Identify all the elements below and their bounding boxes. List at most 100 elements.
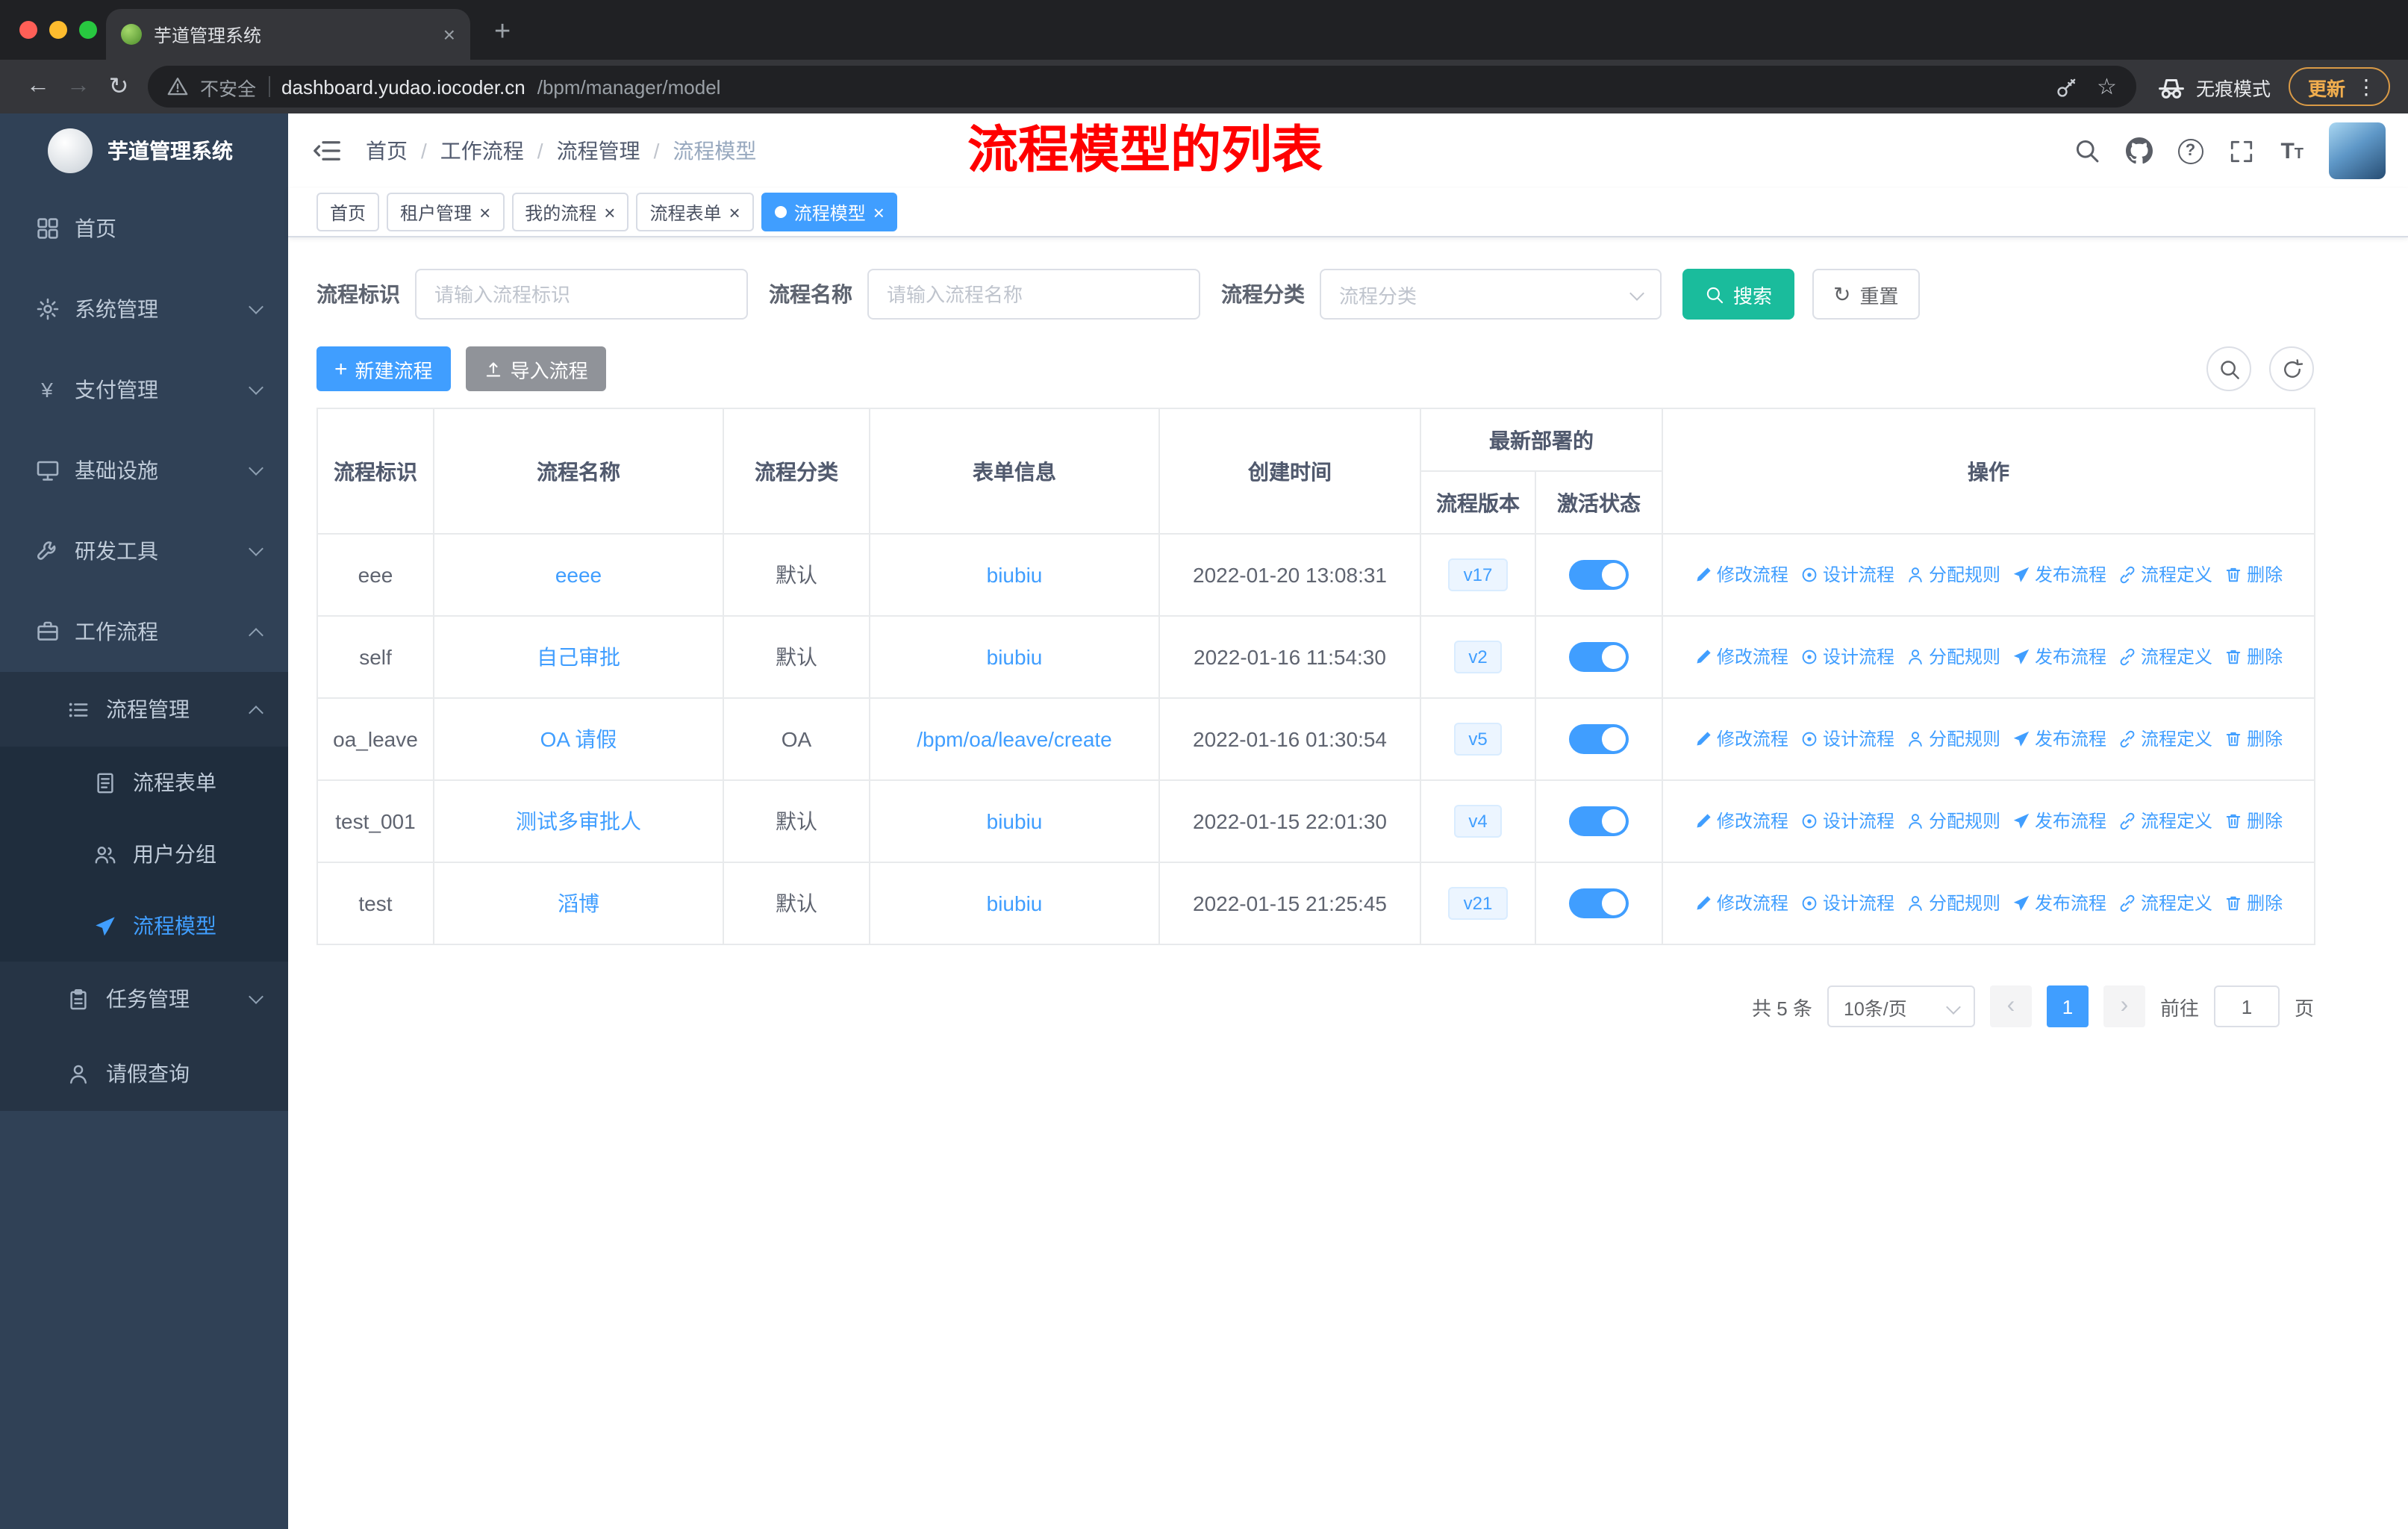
browser-menu-icon[interactable]: ⋮ [2356, 76, 2377, 97]
flow-name-link[interactable]: OA 请假 [540, 727, 617, 751]
flow-definition-link[interactable]: 流程定义 [2118, 726, 2212, 752]
bookmark-star-icon[interactable]: ☆ [2097, 75, 2117, 98]
reload-button[interactable]: ↻ [99, 66, 139, 107]
delete-flow-link[interactable]: 删除 [2224, 809, 2283, 834]
refresh-table-button[interactable] [2269, 346, 2314, 391]
assign-rule-link[interactable]: 分配规则 [1906, 891, 2000, 916]
assign-rule-link[interactable]: 分配规则 [1906, 562, 2000, 588]
minimize-window-button[interactable] [49, 21, 67, 39]
sidebar-item-workflow[interactable]: 工作流程 [0, 591, 288, 672]
browser-tab[interactable]: 芋道管理系统 × [106, 9, 470, 60]
flow-name-link[interactable]: 测试多审批人 [516, 809, 641, 833]
delete-flow-link[interactable]: 删除 [2224, 644, 2283, 670]
form-info-link[interactable]: biubiu [987, 809, 1043, 833]
flow-category-select[interactable]: 流程分类 [1320, 269, 1662, 320]
publish-flow-link[interactable]: 发布流程 [2012, 644, 2106, 670]
flow-name-link[interactable]: 自己审批 [537, 645, 620, 669]
breadcrumb-item[interactable]: 流程管理 [524, 136, 640, 166]
help-icon[interactable]: ? [2177, 138, 2203, 164]
close-icon[interactable]: × [604, 202, 615, 222]
sidebar-item-devtools[interactable]: 研发工具 [0, 511, 288, 591]
create-flow-button[interactable]: + 新建流程 [316, 346, 451, 391]
modify-flow-link[interactable]: 修改流程 [1694, 562, 1788, 588]
assign-rule-link[interactable]: 分配规则 [1906, 644, 2000, 670]
github-icon[interactable] [2125, 137, 2152, 164]
browser-update-button[interactable]: 更新 ⋮ [2288, 67, 2390, 106]
assign-rule-link[interactable]: 分配规则 [1906, 726, 2000, 752]
sidebar-item-leave-query[interactable]: 请假查询 [0, 1036, 288, 1111]
close-icon[interactable]: × [873, 202, 885, 222]
publish-flow-link[interactable]: 发布流程 [2012, 562, 2106, 588]
maximize-window-button[interactable] [79, 21, 97, 39]
active-toggle[interactable] [1569, 560, 1629, 590]
next-page-button[interactable]: › [2103, 985, 2145, 1027]
active-toggle[interactable] [1569, 806, 1629, 836]
form-info-link[interactable]: biubiu [987, 563, 1043, 587]
modify-flow-link[interactable]: 修改流程 [1694, 891, 1788, 916]
modify-flow-link[interactable]: 修改流程 [1694, 809, 1788, 834]
close-window-button[interactable] [19, 21, 37, 39]
toggle-search-button[interactable] [2206, 346, 2251, 391]
publish-flow-link[interactable]: 发布流程 [2012, 809, 2106, 834]
breadcrumb-item[interactable]: 工作流程 [408, 136, 524, 166]
flow-definition-link[interactable]: 流程定义 [2118, 562, 2212, 588]
sidebar-item-payment[interactable]: ¥ 支付管理 [0, 349, 288, 430]
sidebar-item-process-model[interactable]: 流程模型 [0, 890, 288, 962]
new-tab-button[interactable]: + [494, 18, 511, 46]
tag-process-form[interactable]: 流程表单 × [636, 193, 754, 231]
active-toggle[interactable] [1569, 888, 1629, 918]
tag-process-model[interactable]: 流程模型 × [761, 193, 898, 231]
modify-flow-link[interactable]: 修改流程 [1694, 644, 1788, 670]
delete-flow-link[interactable]: 删除 [2224, 726, 2283, 752]
tag-tenant[interactable]: 租户管理 × [387, 193, 505, 231]
sidebar-item-system[interactable]: 系统管理 [0, 269, 288, 349]
publish-flow-link[interactable]: 发布流程 [2012, 891, 2106, 916]
design-flow-link[interactable]: 设计流程 [1800, 809, 1894, 834]
active-toggle[interactable] [1569, 642, 1629, 672]
flow-definition-link[interactable]: 流程定义 [2118, 644, 2212, 670]
publish-flow-link[interactable]: 发布流程 [2012, 726, 2106, 752]
design-flow-link[interactable]: 设计流程 [1800, 644, 1894, 670]
form-info-link[interactable]: biubiu [987, 891, 1043, 915]
close-icon[interactable]: × [479, 202, 490, 222]
flow-definition-link[interactable]: 流程定义 [2118, 809, 2212, 834]
prev-page-button[interactable]: ‹ [1989, 985, 2032, 1027]
tag-my-process[interactable]: 我的流程 × [511, 193, 629, 231]
search-icon[interactable] [2073, 137, 2100, 164]
sidebar-item-process-form[interactable]: 流程表单 [0, 747, 288, 818]
goto-page-input[interactable] [2213, 985, 2280, 1027]
form-info-link[interactable]: biubiu [987, 645, 1043, 669]
flow-definition-link[interactable]: 流程定义 [2118, 891, 2212, 916]
search-button[interactable]: 搜索 [1682, 269, 1795, 320]
design-flow-link[interactable]: 设计流程 [1800, 891, 1894, 916]
sidebar-item-task-mgmt[interactable]: 任务管理 [0, 962, 288, 1036]
sidebar-item-process-mgmt[interactable]: 流程管理 [0, 672, 288, 747]
form-info-link[interactable]: /bpm/oa/leave/create [917, 727, 1112, 751]
breadcrumb-item[interactable]: 首页 [366, 136, 408, 166]
reset-button[interactable]: ↻ 重置 [1812, 269, 1920, 320]
design-flow-link[interactable]: 设计流程 [1800, 726, 1894, 752]
modify-flow-link[interactable]: 修改流程 [1694, 726, 1788, 752]
close-icon[interactable]: × [729, 202, 740, 222]
tag-home[interactable]: 首页 [316, 193, 380, 231]
flow-id-input[interactable] [415, 269, 748, 320]
sidebar-item-user-group[interactable]: 用户分组 [0, 818, 288, 890]
flow-name-link[interactable]: eeee [555, 563, 602, 587]
design-flow-link[interactable]: 设计流程 [1800, 562, 1894, 588]
page-size-select[interactable]: 10条/页 [1827, 985, 1975, 1027]
tab-close-icon[interactable]: × [443, 24, 455, 45]
sidebar-item-home[interactable]: 首页 [0, 188, 288, 269]
current-page-button[interactable]: 1 [2046, 985, 2089, 1027]
back-button[interactable]: ← [18, 66, 58, 107]
active-toggle[interactable] [1569, 724, 1629, 754]
sidebar-fold-icon[interactable] [312, 136, 342, 166]
delete-flow-link[interactable]: 删除 [2224, 891, 2283, 916]
fullscreen-icon[interactable] [2228, 137, 2255, 164]
address-bar[interactable]: 不安全 dashboard.yudao.iocoder.cn/bpm/manag… [148, 66, 2136, 108]
user-avatar[interactable] [2329, 122, 2386, 179]
forward-button[interactable]: → [58, 66, 99, 107]
font-size-icon[interactable]: TT [2280, 140, 2303, 162]
sidebar-item-infrastructure[interactable]: 基础设施 [0, 430, 288, 511]
flow-name-input[interactable] [867, 269, 1200, 320]
import-flow-button[interactable]: 导入流程 [465, 346, 606, 391]
